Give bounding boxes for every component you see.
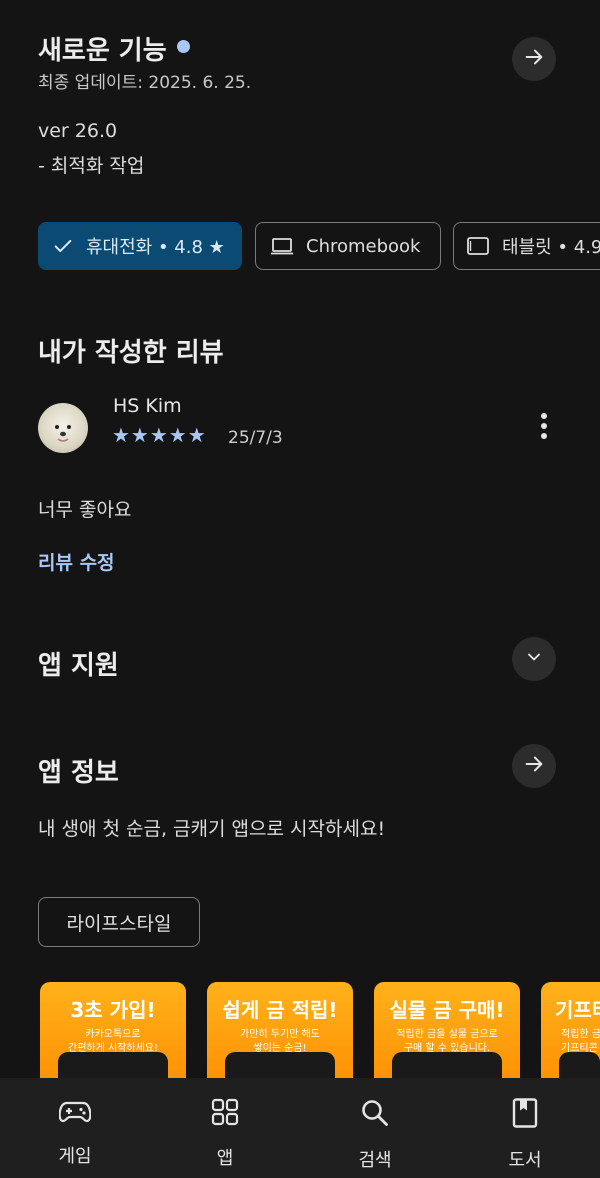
search-icon bbox=[360, 1098, 390, 1132]
check-icon bbox=[52, 235, 74, 257]
reviewer-name: HS Kim bbox=[113, 395, 182, 417]
nav-books[interactable]: 도서 bbox=[450, 1078, 600, 1178]
laptop-icon bbox=[270, 235, 294, 257]
apps-grid-icon bbox=[211, 1098, 239, 1130]
category-tag[interactable]: 라이프스타일 bbox=[38, 897, 200, 947]
review-date: 25/7/3 bbox=[228, 428, 283, 448]
screenshot-title: 실물 금 구매! bbox=[389, 998, 505, 1022]
nav-apps[interactable]: 앱 bbox=[150, 1078, 300, 1178]
app-info-arrow-button[interactable] bbox=[512, 744, 556, 788]
version-text: ver 26.0 bbox=[38, 120, 118, 142]
book-icon bbox=[512, 1098, 538, 1132]
bottom-navigation: 게임 앱 검색 도서 bbox=[0, 1078, 600, 1178]
review-text: 너무 좋아요 bbox=[38, 499, 132, 521]
chip-chromebook-label: Chromebook bbox=[306, 235, 421, 257]
release-note-text: - 최적화 작업 bbox=[38, 155, 145, 177]
my-review-heading: 내가 작성한 리뷰 bbox=[38, 338, 224, 368]
screenshot-title: 3초 가입! bbox=[70, 998, 156, 1022]
whats-new-title: 새로운 기능 bbox=[38, 36, 167, 66]
gamepad-icon bbox=[58, 1098, 92, 1128]
tablet-icon bbox=[466, 235, 490, 257]
nav-search-label: 검색 bbox=[358, 1150, 392, 1171]
chevron-down-icon bbox=[524, 647, 544, 671]
screenshot-title: 기프티 bbox=[555, 998, 600, 1022]
app-support-expand-button[interactable] bbox=[512, 637, 556, 681]
rating-stars: ★★★★★ bbox=[112, 423, 207, 447]
edit-review-link[interactable]: 리뷰 수정 bbox=[38, 548, 115, 575]
nav-apps-label: 앱 bbox=[216, 1148, 234, 1169]
arrow-right-icon bbox=[523, 46, 545, 72]
nav-games-label: 게임 bbox=[58, 1146, 92, 1167]
chip-phone-label: 휴대전화 • 4.8 ★ bbox=[86, 237, 225, 258]
nav-books-label: 도서 bbox=[508, 1150, 542, 1171]
last-updated-text: 최종 업데이트: 2025. 6. 25. bbox=[38, 73, 252, 93]
chip-phone[interactable]: 휴대전화 • 4.8 ★ bbox=[38, 222, 242, 270]
screenshot-title: 쉽게 금 적립! bbox=[222, 998, 338, 1022]
whats-new-arrow-button[interactable] bbox=[512, 37, 556, 81]
review-more-options-button[interactable] bbox=[528, 410, 560, 446]
new-indicator-dot bbox=[177, 40, 190, 53]
nav-games[interactable]: 게임 bbox=[0, 1078, 150, 1178]
nav-search[interactable]: 검색 bbox=[300, 1078, 450, 1178]
app-description: 내 생애 첫 순금, 금캐기 앱으로 시작하세요! bbox=[38, 818, 386, 840]
avatar bbox=[38, 403, 88, 453]
app-info-heading: 앱 정보 bbox=[38, 758, 119, 788]
chip-tablet-label: 태블릿 • 4.9 bbox=[502, 237, 600, 258]
app-support-heading: 앱 지원 bbox=[38, 651, 119, 681]
more-vertical-icon bbox=[540, 412, 548, 444]
chip-chromebook[interactable]: Chromebook bbox=[255, 222, 441, 270]
arrow-right-icon bbox=[523, 753, 545, 779]
chip-tablet[interactable]: 태블릿 • 4.9 bbox=[453, 222, 600, 270]
